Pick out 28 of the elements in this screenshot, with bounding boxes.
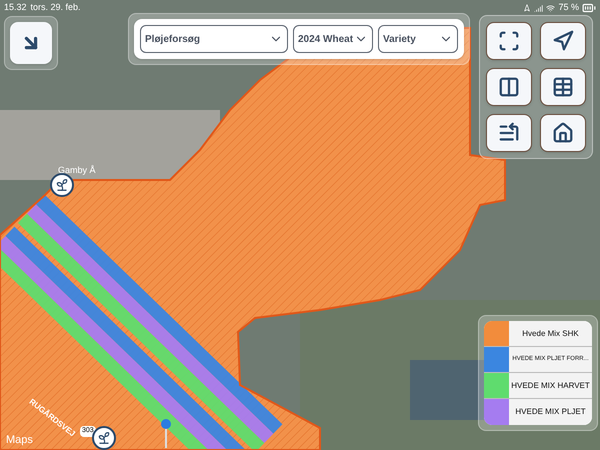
toolbar-button[interactable] (540, 68, 586, 106)
legend-label: HVEDE MIX HARVET (509, 373, 592, 398)
table-icon (552, 76, 574, 98)
fit-view-icon (498, 30, 520, 52)
toolbar-button[interactable] (486, 22, 532, 60)
place-label: Gamby Å (58, 164, 96, 177)
home-icon (552, 122, 574, 144)
filter-dropdown[interactable]: Variety (378, 25, 458, 53)
signal-icon (534, 4, 544, 12)
toolbar-button[interactable] (540, 114, 586, 152)
status-date: tors. 29. feb. (30, 1, 81, 14)
location-icon (523, 4, 532, 12)
wifi-icon (546, 4, 556, 12)
legend-label: HVEDE MIX PLJET (509, 399, 592, 425)
split-view-icon (498, 76, 520, 98)
battery-icon (582, 1, 596, 15)
legend-label: Hvede Mix SHK (509, 321, 592, 346)
filter-dropdown[interactable]: 2024 Wheat (293, 25, 373, 53)
filter-dropdown[interactable]: Pløjeforsøg (140, 25, 288, 53)
location-pin-icon (160, 418, 172, 448)
toolbar-button[interactable] (540, 22, 586, 60)
maps-attribution: Maps (6, 434, 33, 448)
toolbar-button[interactable] (486, 114, 532, 152)
status-time: 15.32 (4, 1, 27, 14)
toolbar-button[interactable] (486, 68, 532, 106)
navigation-arrow-icon (552, 30, 574, 52)
battery-percentage: 75 % (558, 1, 579, 14)
collapse-button[interactable] (10, 22, 52, 64)
